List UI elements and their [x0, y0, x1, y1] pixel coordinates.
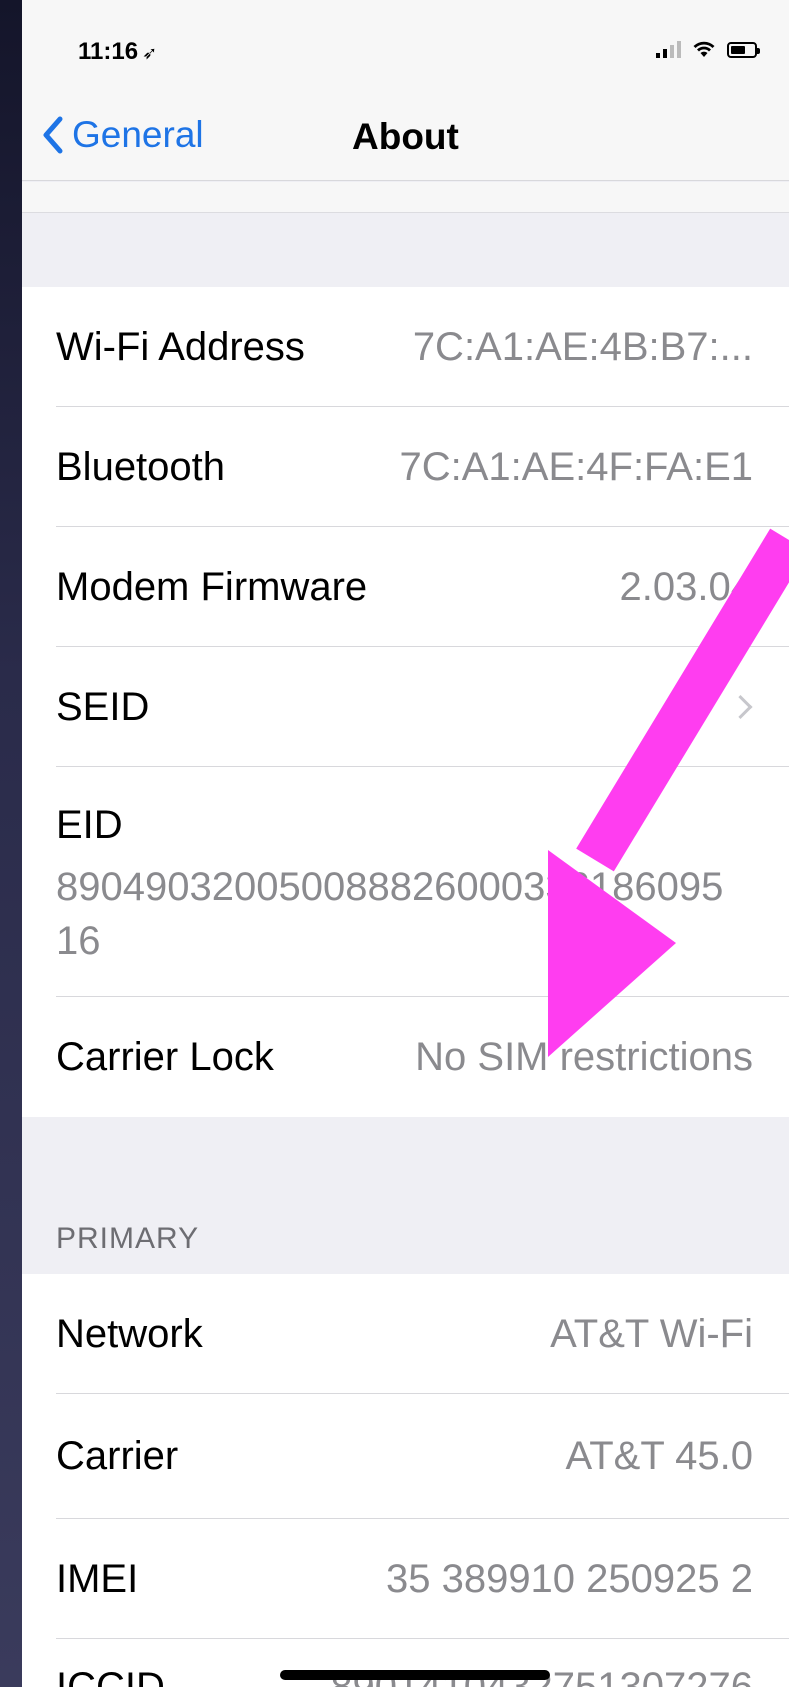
seid-row[interactable]: SEID [22, 647, 789, 767]
imei-label: IMEI [56, 1556, 139, 1601]
primary-group: Network AT&T Wi-Fi Carrier AT&T 45.0 IME… [22, 1274, 789, 1687]
wifi-address-value: 7C:A1:AE:4B:B7:... [412, 324, 753, 369]
wifi-address-row[interactable]: Wi-Fi Address 7C:A1:AE:4B:B7:... [22, 287, 789, 407]
modem-firmware-value: 2.03.04 [619, 564, 753, 609]
eid-value: 89049032005008882600033618609516 [56, 865, 724, 963]
wifi-icon [693, 41, 715, 57]
bluetooth-row[interactable]: Bluetooth 7C:A1:AE:4F:FA:E1 [22, 407, 789, 527]
status-time-text: 11:16 [78, 38, 139, 65]
settings-screen: 11:16 ➶ General About Wi-Fi Address 7C:A… [22, 0, 789, 1687]
navigation-bar: General About [22, 100, 789, 181]
modem-firmware-row[interactable]: Modem Firmware 2.03.04 [22, 527, 789, 647]
network-value: AT&T Wi-Fi [550, 1311, 753, 1356]
bluetooth-label: Bluetooth [56, 444, 226, 489]
section-header-primary-label: PRIMARY [56, 1222, 200, 1255]
home-indicator[interactable] [280, 1670, 550, 1680]
wifi-address-label: Wi-Fi Address [56, 324, 305, 369]
eid-row[interactable]: EID 89049032005008882600033618609516 [22, 767, 789, 997]
chevron-right-icon [728, 694, 753, 720]
chevron-left-icon [43, 116, 63, 154]
network-row[interactable]: Network AT&T Wi-Fi [22, 1274, 789, 1394]
signal-icon [656, 40, 681, 58]
battery-icon [727, 42, 760, 58]
network-label: Network [56, 1311, 203, 1356]
section-header-primary: PRIMARY [22, 1117, 789, 1274]
status-bar: 11:16 ➶ [22, 0, 789, 100]
back-button[interactable]: General [40, 114, 204, 156]
seid-label: SEID [56, 684, 150, 729]
carrier-lock-label: Carrier Lock [56, 1034, 274, 1079]
carrier-lock-value: No SIM restrictions [415, 1034, 753, 1079]
carrier-lock-row[interactable]: Carrier Lock No SIM restrictions [22, 997, 789, 1117]
modem-firmware-label: Modem Firmware [56, 564, 368, 609]
status-icons [656, 40, 760, 58]
eid-label: EID [56, 803, 123, 847]
iccid-label: ICCID [56, 1665, 165, 1687]
top-spacer [22, 182, 789, 213]
imei-value: 35 389910 250925 2 [385, 1556, 753, 1601]
about-info-group: Wi-Fi Address 7C:A1:AE:4B:B7:... Bluetoo… [22, 287, 789, 1117]
bluetooth-value: 7C:A1:AE:4F:FA:E1 [399, 444, 754, 489]
carrier-value: AT&T 45.0 [565, 1434, 754, 1478]
carrier-label: Carrier [56, 1434, 179, 1478]
location-icon: ➶ [142, 43, 158, 63]
back-button-label: General [72, 114, 204, 155]
status-time: 11:16 ➶ [78, 38, 157, 66]
carrier-row[interactable]: Carrier AT&T 45.0 [22, 1394, 789, 1519]
page-title: About [352, 116, 459, 157]
imei-row[interactable]: IMEI 35 389910 250925 2 [22, 1519, 789, 1639]
